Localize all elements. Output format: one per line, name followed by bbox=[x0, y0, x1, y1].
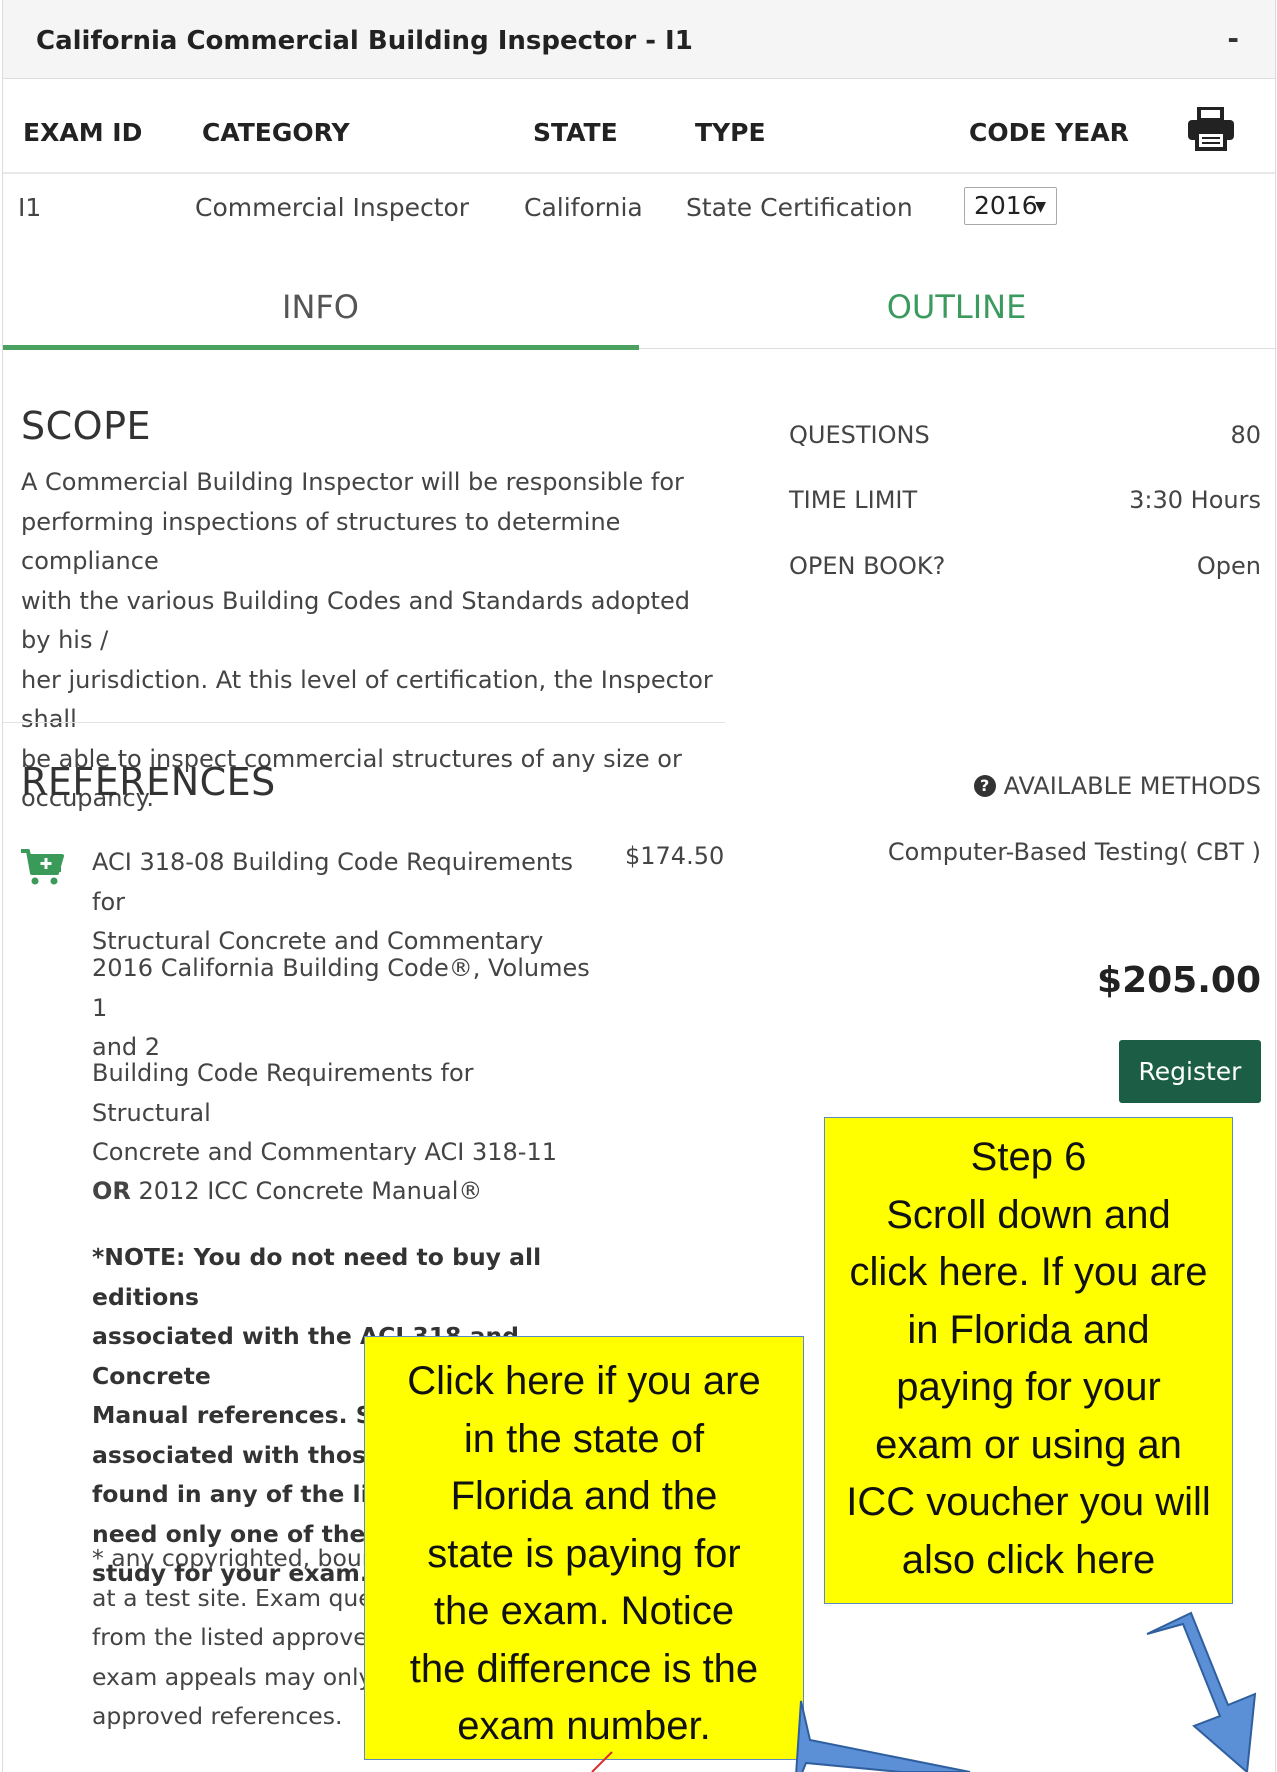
panel-header[interactable]: California Commercial Building Inspector… bbox=[3, 0, 1275, 79]
method-cbt: Computer-Based Testing( CBT ) bbox=[887, 838, 1261, 866]
table-header-divider bbox=[3, 172, 1275, 174]
header-code-year: CODE YEAR bbox=[969, 118, 1129, 147]
callout-line: in the state of bbox=[463, 1416, 705, 1461]
references-title: REFERENCES bbox=[21, 760, 276, 804]
reference-california-building-code: 2016 California Building Code®, Volumes … bbox=[92, 949, 592, 1068]
callout-line: the exam. Notice bbox=[433, 1589, 735, 1633]
reference-line: Concrete and Commentary ACI 318-11 bbox=[92, 1138, 557, 1166]
reference-line: 2012 ICC Concrete Manual® bbox=[130, 1177, 483, 1205]
reference-aci-318-11: Building Code Requirements for Structura… bbox=[92, 1054, 592, 1173]
callout-line: exam number. bbox=[457, 1704, 711, 1748]
callout-line: the difference is the bbox=[409, 1646, 759, 1691]
open-book-label: OPEN BOOK? bbox=[789, 552, 946, 580]
scope-title: SCOPE bbox=[21, 404, 151, 448]
callout-line: Florida and the bbox=[450, 1474, 718, 1518]
callout-line: paying for your bbox=[896, 1365, 1161, 1409]
reference-line: 2016 California Building Code®, Volumes … bbox=[92, 954, 590, 1022]
time-limit-value: 3:30 Hours bbox=[1129, 486, 1261, 514]
register-button[interactable]: Register bbox=[1119, 1040, 1261, 1103]
cell-exam-id: I1 bbox=[18, 193, 42, 222]
reference-concrete-manual: OR 2012 ICC Concrete Manual® bbox=[92, 1172, 592, 1212]
header-category: CATEGORY bbox=[202, 118, 350, 147]
callout-step-6: Step 6 Scroll down and click here. If yo… bbox=[824, 1117, 1233, 1604]
question-circle-icon[interactable]: ? bbox=[973, 775, 996, 797]
tab-divider bbox=[639, 348, 1275, 349]
callout-line: state is paying for bbox=[427, 1531, 741, 1576]
scope-line: her jurisdiction. At this level of certi… bbox=[21, 665, 713, 734]
questions-label: QUESTIONS bbox=[789, 421, 930, 449]
questions-value: 80 bbox=[1230, 421, 1261, 449]
callout-florida-state: Click here if you are in the state of Fl… bbox=[364, 1336, 804, 1760]
callout-line: click here. If you are bbox=[849, 1250, 1208, 1294]
scope-line: with the various Building Codes and Stan… bbox=[21, 586, 690, 655]
collapse-button[interactable]: - bbox=[1227, 22, 1239, 55]
reference-line: Building Code Requirements for Structura… bbox=[92, 1059, 474, 1127]
reference-aci-318-08: ACI 318-08 Building Code Requirements fo… bbox=[92, 843, 592, 962]
callout-line: also click here bbox=[901, 1537, 1156, 1582]
reference-or: OR bbox=[92, 1177, 131, 1205]
callout-line: in Florida and bbox=[907, 1307, 1150, 1352]
code-year-select[interactable]: 2016 ▼ bbox=[964, 187, 1057, 225]
cell-category: Commercial Inspector bbox=[195, 193, 470, 222]
reference-price: $174.50 bbox=[625, 842, 725, 870]
exam-price: $205.00 bbox=[1097, 960, 1261, 1001]
scope-line: A Commercial Building Inspector will be … bbox=[21, 468, 684, 496]
callout-line: Step 6 bbox=[970, 1135, 1087, 1179]
active-tab-indicator bbox=[3, 345, 639, 350]
header-exam-id: EXAM ID bbox=[23, 118, 143, 147]
scope-line: performing inspections of structures to … bbox=[21, 507, 621, 576]
available-methods-label: AVAILABLE METHODS bbox=[1003, 772, 1261, 800]
callout-line: ICC voucher you will bbox=[846, 1480, 1211, 1524]
scope-divider bbox=[3, 722, 725, 723]
open-book-value: Open bbox=[1196, 552, 1261, 580]
tab-info[interactable]: INFO bbox=[3, 288, 638, 326]
callout-line: Scroll down and bbox=[886, 1192, 1171, 1237]
header-type: TYPE bbox=[695, 118, 766, 147]
cell-type: State Certification bbox=[686, 193, 913, 222]
cell-state: California bbox=[524, 193, 643, 222]
callout-line: Click here if you are bbox=[407, 1359, 761, 1403]
callout-line: exam or using an bbox=[875, 1422, 1182, 1467]
time-limit-label: TIME LIMIT bbox=[789, 486, 918, 514]
reference-line: ACI 318-08 Building Code Requirements fo… bbox=[92, 848, 574, 916]
panel-title: California Commercial Building Inspector… bbox=[36, 26, 693, 56]
chevron-down-icon: ▼ bbox=[1035, 199, 1046, 215]
header-state: STATE bbox=[533, 118, 618, 147]
available-methods-header: ? AVAILABLE METHODS bbox=[973, 772, 1261, 800]
printer-icon[interactable] bbox=[1186, 105, 1236, 151]
code-year-value: 2016 bbox=[974, 191, 1038, 220]
note-line: *NOTE: You do not need to buy all editio… bbox=[92, 1243, 542, 1311]
add-to-cart-icon[interactable] bbox=[19, 847, 65, 887]
tab-outline[interactable]: OUTLINE bbox=[638, 288, 1275, 326]
